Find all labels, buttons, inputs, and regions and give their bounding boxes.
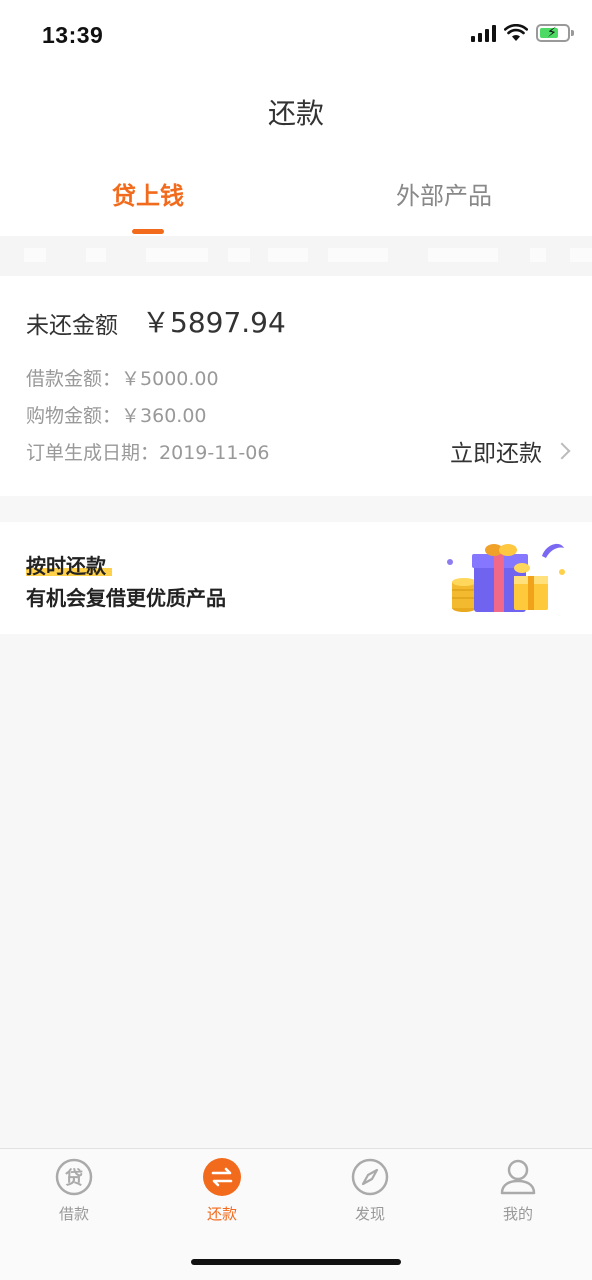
loan-amount-row: 借款金额：￥5000.00 <box>26 364 219 391</box>
tabbar-item-mine[interactable]: 我的 <box>444 1157 592 1224</box>
loan-icon: 贷 <box>54 1157 94 1197</box>
tabbar-label-repay: 还款 <box>206 1205 237 1223</box>
home-indicator <box>191 1259 401 1265</box>
loan-amount-label: 借款金额： <box>26 368 122 390</box>
section-divider <box>0 236 592 276</box>
battery-icon: ⚡ <box>536 24 574 42</box>
order-date-value: 2019-11-06 <box>159 442 270 464</box>
order-date-label: 订单生成日期： <box>26 442 160 464</box>
repay-now-button[interactable]: 立即还款 <box>450 434 571 468</box>
tab-indicator <box>132 229 164 234</box>
nav-header: 还款 <box>0 70 592 148</box>
tabbar-item-repay[interactable]: 还款 <box>148 1157 296 1224</box>
loan-amount-value: ￥5000.00 <box>121 368 219 390</box>
tabbar-item-loan[interactable]: 贷 借款 <box>0 1157 148 1224</box>
tabbar-label-discover: 发现 <box>354 1205 385 1223</box>
promo-subtitle: 有机会复借更优质产品 <box>26 586 226 610</box>
repay-now-label: 立即还款 <box>450 441 542 467</box>
shopping-amount-label: 购物金额： <box>26 405 122 427</box>
unpaid-label: 未还金额 <box>26 313 118 339</box>
compass-icon <box>350 1157 390 1197</box>
tab-daishangqian[interactable]: 贷上钱 <box>0 176 296 211</box>
tab-bar-top: 贷上钱 外部产品 <box>0 148 592 236</box>
shopping-amount-value: ￥360.00 <box>121 405 207 427</box>
svg-text:贷: 贷 <box>65 1167 83 1189</box>
page-title: 还款 <box>267 97 324 130</box>
promo-title: 按时还款 <box>26 554 106 578</box>
status-bar: 13:39 ⚡ <box>0 0 592 70</box>
tabbar-label-loan: 借款 <box>58 1205 89 1223</box>
user-icon <box>498 1157 538 1197</box>
unpaid-amount: ￥5897.94 <box>142 306 286 339</box>
promo-title-wrap: 按时还款 <box>26 550 112 579</box>
signal-icon <box>471 24 496 42</box>
bill-card: 未还金额 ￥5897.94 借款金额：￥5000.00 购物金额：￥360.00… <box>0 276 592 496</box>
tabbar-item-discover[interactable]: 发现 <box>296 1157 444 1224</box>
promo-banner[interactable]: 按时还款 有机会复借更优质产品 <box>0 522 592 634</box>
gift-box-icon <box>447 543 565 612</box>
wifi-icon <box>504 24 528 41</box>
tabbar-label-mine: 我的 <box>502 1205 533 1223</box>
status-icons: ⚡ <box>471 24 574 42</box>
order-date-row: 订单生成日期：2019-11-06 <box>26 438 269 465</box>
tab-external-products[interactable]: 外部产品 <box>296 176 592 211</box>
repay-icon <box>202 1157 242 1197</box>
shopping-amount-row: 购物金额：￥360.00 <box>26 401 207 428</box>
status-time: 13:39 <box>42 22 104 48</box>
chevron-right-icon <box>553 442 571 460</box>
